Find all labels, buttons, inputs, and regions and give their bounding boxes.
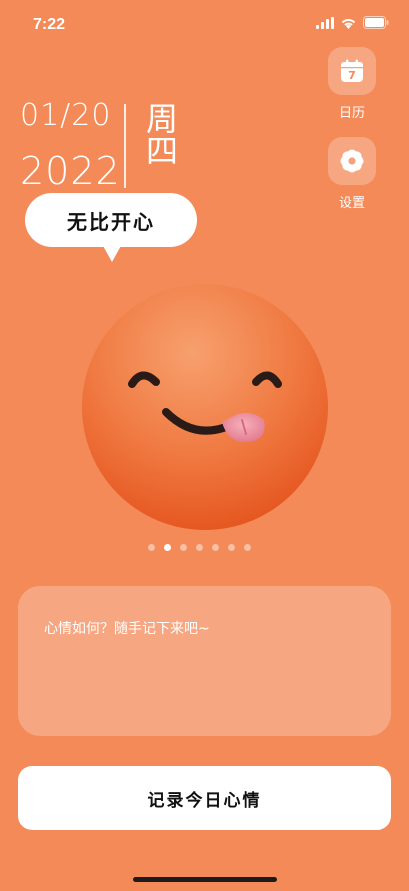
mood-bubble: 无比开心 — [25, 193, 197, 247]
wifi-icon — [341, 18, 356, 29]
status-bar: 7:22 — [0, 0, 409, 48]
mood-label: 无比开心 — [67, 209, 155, 234]
battery-icon — [363, 16, 389, 29]
date-month-day: 01/20 — [20, 98, 112, 133]
calendar-icon-day: 7 — [348, 69, 356, 82]
calendar-label[interactable]: 日历 — [328, 102, 376, 121]
carousel-dot[interactable] — [148, 544, 155, 551]
mood-bubble-tail — [102, 244, 122, 262]
flower-gear-icon — [340, 149, 364, 173]
calendar-button[interactable]: 7 — [328, 47, 376, 95]
signal-icon — [316, 16, 334, 29]
carousel-dot[interactable] — [244, 544, 251, 551]
home-indicator[interactable] — [133, 877, 277, 882]
date-weekday: 周四 — [141, 102, 179, 166]
settings-label[interactable]: 设置 — [328, 192, 376, 211]
tongue-out-emoji[interactable] — [82, 284, 328, 530]
mood-note-input[interactable]: 心情如何？随手记下来吧~ — [18, 586, 391, 736]
record-mood-button[interactable]: 记录今日心情 — [18, 766, 391, 830]
carousel-dot-active[interactable] — [164, 544, 171, 551]
status-icons — [316, 16, 389, 29]
carousel-dot[interactable] — [180, 544, 187, 551]
carousel-dot[interactable] — [228, 544, 235, 551]
calendar-icon: 7 — [341, 59, 363, 82]
settings-button[interactable] — [328, 137, 376, 185]
record-button-label: 记录今日心情 — [147, 790, 262, 811]
date-year: 2022 — [20, 149, 121, 193]
status-time: 7:22 — [33, 16, 66, 33]
date-divider — [124, 104, 126, 188]
date-display: 01/20 2022 — [20, 98, 121, 193]
app-screen: 7:22 01/20 2022 周四 7 日历 设置 无比开心 心情如何？随手记… — [0, 0, 409, 891]
carousel-dot[interactable] — [196, 544, 203, 551]
mood-carousel-indicator[interactable] — [148, 544, 251, 551]
note-placeholder: 心情如何？随手记下来吧~ — [44, 621, 210, 637]
carousel-dot[interactable] — [212, 544, 219, 551]
